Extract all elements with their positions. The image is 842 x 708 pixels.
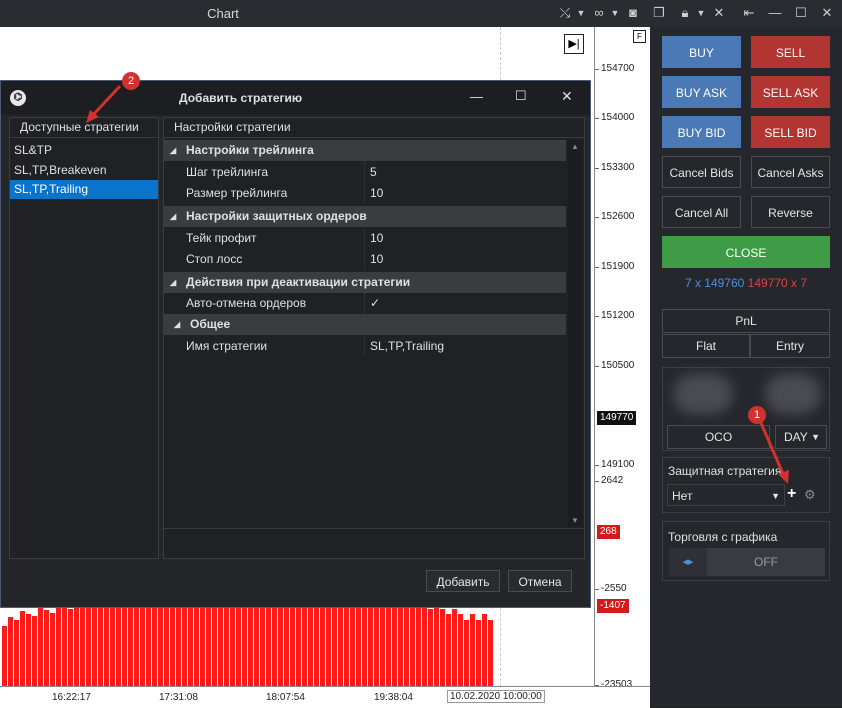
- callout-badge-2: 2: [122, 72, 140, 90]
- callout-arrow-2: [90, 84, 122, 118]
- callout-arrow-1: [759, 422, 786, 477]
- callout-badge-1: 1: [748, 406, 766, 424]
- annotation-arrows: [86, 84, 789, 484]
- callout-arrowhead-1: [778, 470, 789, 484]
